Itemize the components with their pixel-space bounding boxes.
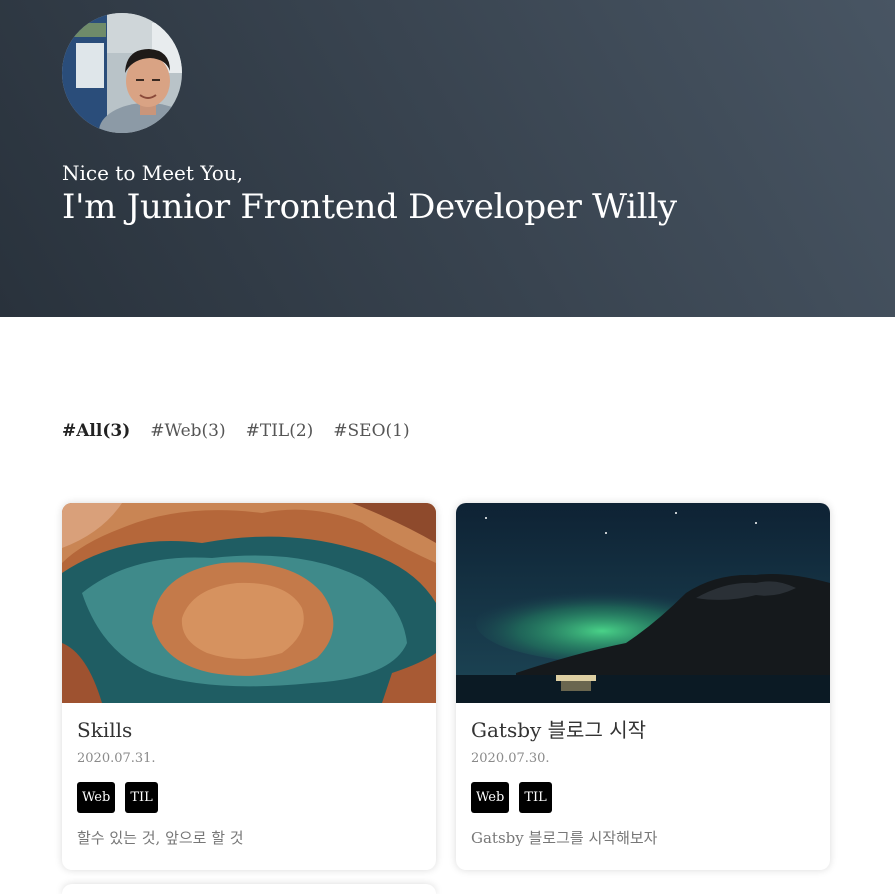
post-tags: Web TIL (77, 782, 421, 813)
tag-til[interactable]: TIL (125, 782, 158, 813)
post-summary: 할수 있는 것, 앞으로 할 것 (77, 829, 244, 847)
category-all[interactable]: #All(3) (62, 421, 130, 441)
post-title[interactable]: Skills (77, 717, 421, 743)
post-summary: Gatsby 블로그를 시작해보자 (471, 829, 658, 847)
post-date: 2020.07.31. (77, 751, 156, 766)
post-list: Skills 2020.07.31. Web TIL 할수 있는 것, 앞으로 … (62, 503, 830, 870)
profile-avatar (62, 13, 182, 133)
category-seo[interactable]: #SEO(1) (333, 421, 409, 441)
category-web[interactable]: #Web(3) (150, 421, 225, 441)
post-title[interactable]: Gatsby 블로그 시작 (471, 717, 815, 743)
profile-photo (62, 13, 182, 133)
post-thumbnail-aurora (456, 503, 830, 703)
post-card-partial[interactable] (62, 884, 436, 894)
hero-title: I'm Junior Frontend Developer Willy (62, 187, 677, 227)
tag-til[interactable]: TIL (519, 782, 552, 813)
post-card-skills[interactable]: Skills 2020.07.31. Web TIL 할수 있는 것, 앞으로 … (62, 503, 436, 870)
post-tags: Web TIL (471, 782, 815, 813)
tag-web[interactable]: Web (471, 782, 510, 813)
tag-web[interactable]: Web (77, 782, 116, 813)
category-list: #All(3) #Web(3) #TIL(2) #SEO(1) (62, 421, 410, 441)
hero-header: Nice to Meet You, I'm Junior Frontend De… (0, 0, 895, 317)
post-thumbnail-canyon (62, 503, 436, 703)
post-date: 2020.07.30. (471, 751, 550, 766)
hero-greeting: Nice to Meet You, (62, 161, 244, 185)
post-card-gatsby[interactable]: Gatsby 블로그 시작 2020.07.30. Web TIL Gatsby… (456, 503, 830, 870)
category-til[interactable]: #TIL(2) (246, 421, 314, 441)
